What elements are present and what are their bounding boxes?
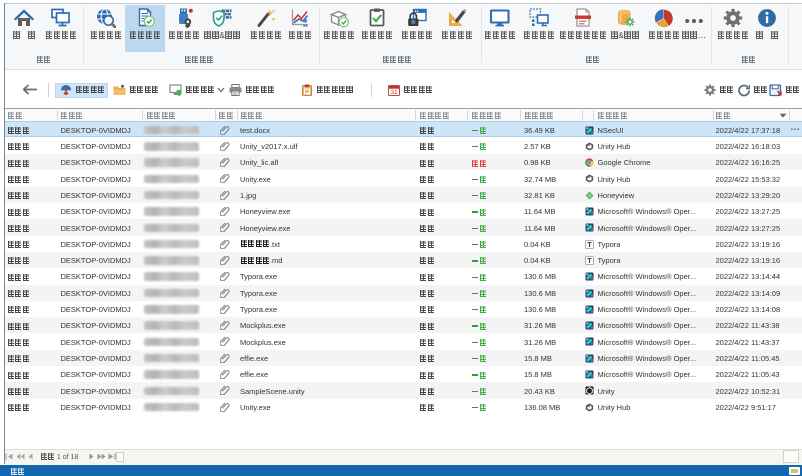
svg-text:31: 31 (390, 89, 398, 96)
